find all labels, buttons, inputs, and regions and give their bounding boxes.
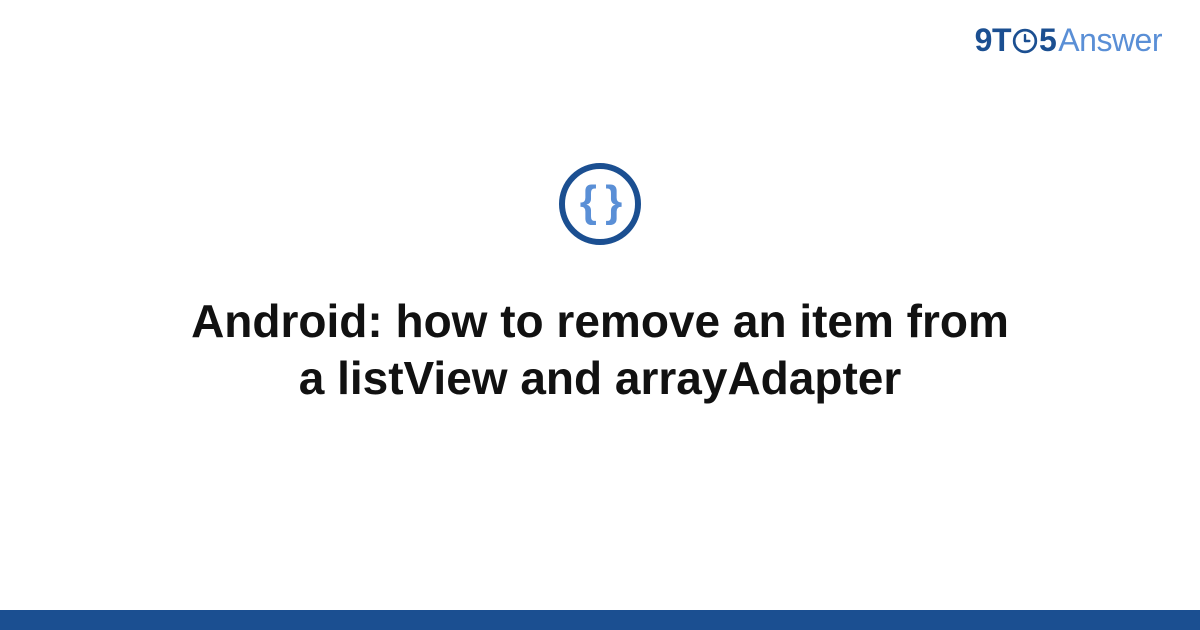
code-braces-icon: { } bbox=[580, 180, 620, 224]
footer-bar bbox=[0, 610, 1200, 630]
page-title: Android: how to remove an item from a li… bbox=[140, 293, 1060, 408]
category-icon-circle: { } bbox=[559, 163, 641, 245]
main-content: { } Android: how to remove an item from … bbox=[0, 0, 1200, 610]
